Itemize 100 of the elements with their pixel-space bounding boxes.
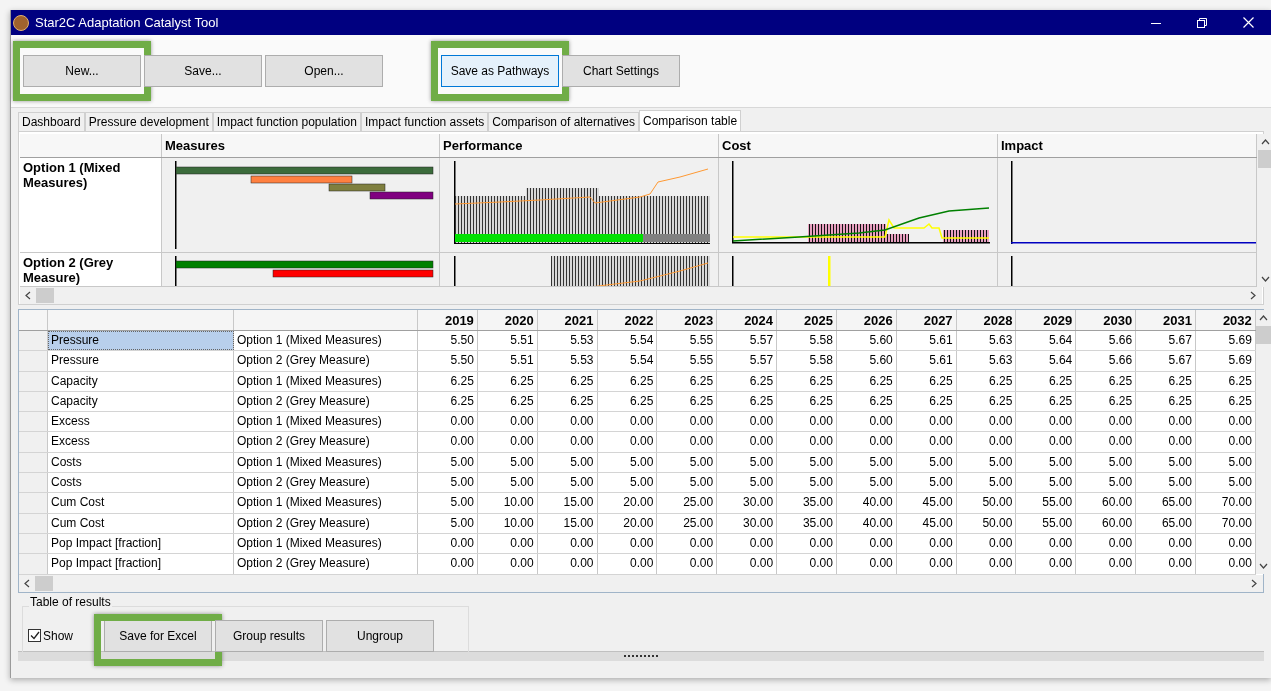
table-cell: 5.67 [1136,351,1196,371]
table-cell: 45.00 [896,493,957,513]
table-cell: 5.58 [777,331,837,351]
table-cell: 40.00 [836,513,897,533]
tab[interactable]: Dashboard [18,112,85,131]
chart-axis-icon [1011,256,1013,286]
table-cell: 0.00 [477,554,538,574]
toolbar-button[interactable]: Chart Settings [562,55,680,87]
window-title: Star2C Adaptation Catalyst Tool [35,13,219,32]
table-cell: 5.66 [1076,351,1137,371]
table-cell: 15.00 [537,513,598,533]
table-cell: Option 2 (Grey Measure) [234,432,418,452]
checkbox-label[interactable]: Show [43,626,74,645]
scroll-thumb[interactable] [1256,326,1271,344]
table-cell: 20.00 [597,513,658,533]
table-cell: 0.00 [477,432,538,452]
table-cell: 60.00 [1076,493,1137,513]
table-cell: 0.00 [597,412,658,432]
table-cell: Option 1 (Mixed Measures) [234,412,418,432]
horizontal-scrollbar[interactable] [20,287,1262,304]
scroll-thumb[interactable] [35,575,53,591]
table-cell: Option 2 (Grey Measure) [234,554,418,574]
row-header: Option 2 (Grey Measure) [23,255,115,285]
toolbar-button[interactable]: Save as Pathways [441,55,559,87]
toolbar-button[interactable]: Save... [144,55,262,87]
table-cell: 5.00 [1016,452,1077,473]
table-cell: 0.00 [956,412,1017,432]
tab[interactable]: Comparison of alternatives [488,112,639,131]
table-cell: 0.00 [537,432,598,452]
table-cell: 0.00 [777,554,837,574]
table-cell: 5.00 [477,452,538,473]
column-header: 2024 [717,310,778,330]
row-number-cell[interactable] [19,432,48,452]
toolbar-button[interactable]: Open... [265,55,383,87]
table-cell[interactable]: Excess [48,432,234,452]
column-header: 2029 [1016,310,1077,330]
tab[interactable]: Impact function population [212,112,361,131]
table-cell: 5.67 [1136,331,1196,351]
table-cell[interactable]: Pressure [48,331,234,351]
checkbox[interactable] [28,629,41,643]
table-cell[interactable]: Excess [48,412,234,432]
table-cell: Option 2 (Grey Measure) [234,351,418,371]
table-cell: 5.55 [657,331,718,351]
table-cell: 6.25 [657,371,718,391]
action-button[interactable]: Save for Excel [104,619,212,652]
table-cell: 0.00 [777,412,837,432]
resize-grip-icon[interactable] [624,655,658,658]
tab[interactable]: Comparison table [639,110,742,131]
table-cell: 5.00 [597,473,658,493]
table-cell: 30.00 [717,513,778,533]
table-cell: 55.00 [1016,493,1077,513]
table-cell: 5.00 [1076,452,1137,473]
table-cell: 0.00 [1016,432,1077,452]
table-cell: 6.25 [1076,391,1137,412]
table-cell[interactable]: Cum Cost [48,513,234,533]
table-cell: 5.00 [1016,473,1077,493]
tab[interactable]: Pressure development [84,112,213,131]
table-cell: 5.00 [717,473,778,493]
column-header: Cost [719,134,998,157]
table-cell: 6.25 [597,371,658,391]
app-icon [13,14,29,31]
column-header: 2025 [777,310,837,330]
table-cell: 0.00 [836,412,897,432]
table-cell: 45.00 [896,513,957,533]
table-cell: 6.25 [836,391,897,412]
table-cell[interactable]: Costs [48,473,234,493]
table-cell: 5.00 [537,473,598,493]
column-header: Measures [162,134,440,157]
vertical-scrollbar[interactable] [1257,134,1271,287]
table-cell: 5.00 [896,452,957,473]
table-cell[interactable]: Pop Impact [fraction] [48,533,234,554]
table-cell: 0.00 [1136,533,1196,554]
table-cell: Option 1 (Mixed Measures) [234,493,418,513]
row-number-cell[interactable] [19,412,48,432]
table-cell[interactable]: Costs [48,452,234,473]
table-cell[interactable]: Capacity [48,371,234,391]
table-cell: 0.00 [1136,554,1196,574]
table-cell[interactable]: Pop Impact [fraction] [48,554,234,574]
action-button[interactable]: Ungroup [326,619,434,652]
table-cell: 0.00 [956,432,1017,452]
table-cell: 60.00 [1076,513,1137,533]
scroll-thumb[interactable] [1257,150,1271,168]
table-cell: 0.00 [717,412,778,432]
tab[interactable]: Impact function assets [360,112,489,131]
toolbar-button[interactable]: New... [23,55,141,87]
column-header: 2023 [657,310,718,330]
row-number-cell[interactable] [19,473,48,493]
table-cell: 0.00 [477,533,538,554]
table-cell: 6.25 [777,371,837,391]
table-cell[interactable]: Pressure [48,351,234,371]
table-cell: 6.25 [1016,391,1077,412]
table-cell[interactable]: Cum Cost [48,493,234,513]
table-cell: 40.00 [836,493,897,513]
scroll-thumb[interactable] [36,288,54,303]
row-number-cell[interactable] [19,331,48,351]
row-number-cell[interactable] [19,351,48,371]
row-number-cell[interactable] [19,554,48,574]
action-button[interactable]: Group results [215,619,323,652]
row-number-cell[interactable] [19,493,48,513]
table-cell[interactable]: Capacity [48,391,234,412]
